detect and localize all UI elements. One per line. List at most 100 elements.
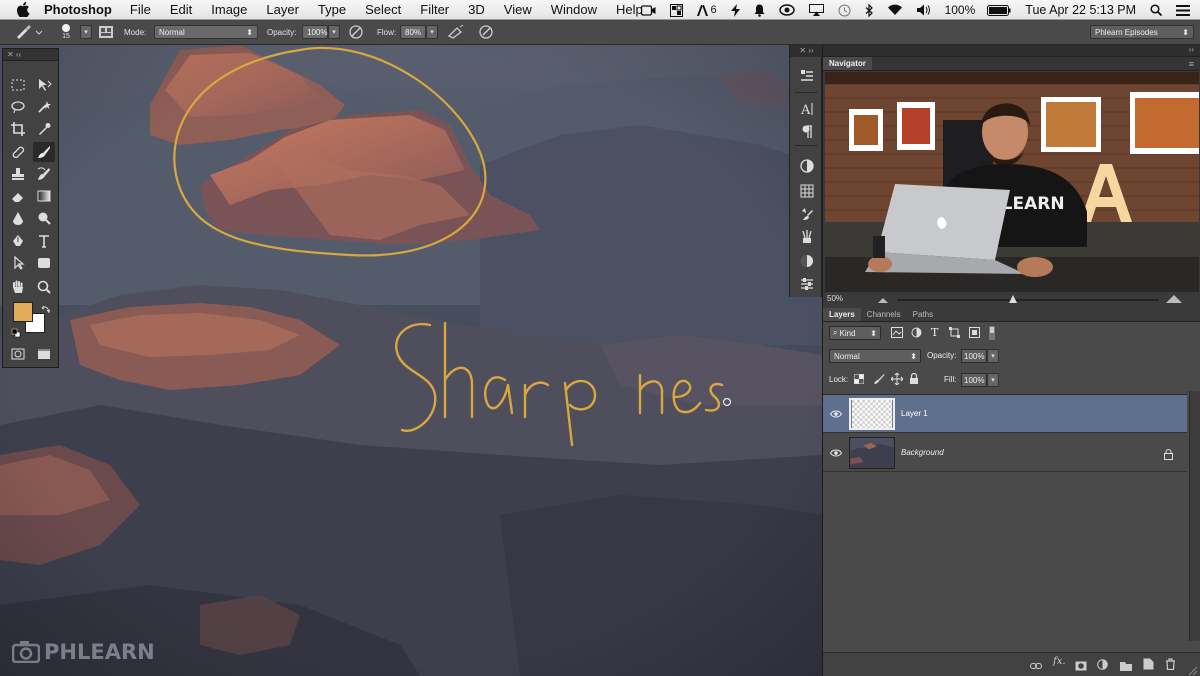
pressure-opacity-icon[interactable] [348,20,364,44]
airplay-icon[interactable] [808,4,824,16]
character-panel-icon[interactable]: A [797,100,817,118]
spotlight-icon[interactable] [1150,4,1162,16]
layer-row-background[interactable]: Background [823,434,1187,472]
workspace-switcher[interactable]: Phlearn Episodes ⬍ [1090,20,1194,44]
brush-panel-toggle-icon[interactable] [98,20,114,44]
navigator-menu-icon[interactable]: ≡ [1189,59,1194,69]
navigator-panel-header[interactable]: ›› [823,45,1200,57]
crop-tool-icon[interactable] [7,119,29,139]
move-tool-icon[interactable] [33,75,55,95]
clone-stamp-tool-icon[interactable] [7,164,29,184]
layer-1-name[interactable]: Layer 1 [901,409,928,418]
tab-navigator[interactable]: Navigator [823,57,872,70]
menu-layer[interactable]: Layer [266,2,299,17]
filter-smart-object-icon[interactable] [969,327,980,340]
menu-view[interactable]: View [504,2,532,17]
tab-channels[interactable]: Channels [861,308,907,321]
lock-transparent-icon[interactable] [854,374,864,386]
grid-icon[interactable] [670,3,684,17]
pressure-size-icon[interactable] [478,20,494,44]
apple-icon[interactable] [16,2,30,17]
fill-dropdown[interactable]: ▾ [987,373,999,387]
battery-icon[interactable] [987,4,1011,16]
layer-style-icon[interactable]: fx. [1053,656,1066,667]
lasso-tool-icon[interactable] [7,97,29,117]
healing-brush-tool-icon[interactable] [7,142,29,162]
eraser-tool-icon[interactable] [7,186,29,206]
new-layer-icon[interactable] [1143,657,1154,675]
path-selection-tool-icon[interactable] [7,253,29,273]
history-panel-icon[interactable] [797,66,817,84]
mode-select[interactable]: Normal ⬍ [154,20,258,44]
foreground-color-swatch[interactable] [13,302,33,322]
layer-row-layer-1[interactable]: Layer 1 [823,395,1187,433]
layers-scrollbar[interactable] [1189,391,1200,641]
bolt-icon[interactable] [730,3,740,17]
camera-icon[interactable] [641,4,656,16]
blend-mode-select[interactable]: Normal ⬍ [829,349,921,363]
properties-panel-icon[interactable] [797,275,817,293]
menu-file[interactable]: File [130,2,151,17]
time-machine-icon[interactable] [838,4,851,17]
layer-opacity-dropdown[interactable]: ▾ [987,349,999,363]
brush-size-dropdown[interactable]: ▾ [80,20,92,44]
hand-tool-icon[interactable] [7,277,29,297]
shape-tool-icon[interactable] [33,253,55,273]
wifi-icon[interactable] [887,4,903,16]
menu-image[interactable]: Image [211,2,247,17]
menu-edit[interactable]: Edit [170,2,192,17]
zoom-out-icon[interactable] [877,295,889,306]
menu-filter[interactable]: Filter [420,2,449,17]
navigator-preview[interactable]: PHLEARN [825,72,1199,292]
notification-center-icon[interactable] [1176,4,1190,16]
pen-tool-icon[interactable] [7,231,29,251]
dock-header[interactable]: ✕ ›› [790,45,823,57]
paragraph-panel-icon[interactable] [797,123,817,141]
link-layers-icon[interactable] [1030,658,1042,676]
filter-type-icon[interactable]: T [931,326,938,339]
creative-cloud-icon[interactable] [778,4,795,16]
navigator-zoom-value[interactable]: 50% [827,294,843,303]
new-adjustment-layer-icon[interactable] [1097,657,1108,675]
clock[interactable]: Tue Apr 22 5:13 PM [1025,3,1136,17]
app-name-menu[interactable]: Photoshop [44,2,112,17]
screen-mode-icon[interactable] [33,344,55,364]
opacity-dropdown[interactable]: ▾ [328,20,340,44]
lock-image-icon[interactable] [873,373,885,387]
layer-opacity-input[interactable]: 100% [961,349,987,363]
flow-input[interactable]: 80% [400,20,426,44]
marquee-tool-icon[interactable] [7,75,29,95]
navigator-zoom-thumb[interactable] [1009,295,1017,303]
type-tool-icon[interactable] [33,231,55,251]
adjustments-panel-icon[interactable] [797,157,817,175]
filter-kind-select[interactable]: ⌕ Kind ⬍ [829,326,881,340]
blur-tool-icon[interactable] [7,208,29,228]
gradient-tool-icon[interactable] [33,186,55,206]
adobe-icon[interactable]: 6 [697,4,717,16]
menu-select[interactable]: Select [365,2,401,17]
default-colors-icon[interactable] [11,325,21,343]
volume-icon[interactable] [916,4,931,16]
dodge-tool-icon[interactable] [33,208,55,228]
brush-size-picker[interactable]: 15 [60,20,72,44]
tab-layers[interactable]: Layers [823,308,861,321]
delete-layer-icon[interactable] [1165,657,1176,675]
visibility-eye-icon[interactable] [823,449,849,457]
brush-tool-preset-icon[interactable] [14,20,44,44]
swatches-panel-icon[interactable] [797,182,817,200]
tools-panel-header[interactable]: ✕ ‹‹ [3,49,58,61]
filter-shape-icon[interactable] [949,327,960,340]
add-mask-icon[interactable] [1075,658,1087,676]
filter-adjustment-icon[interactable] [911,327,922,340]
tab-paths[interactable]: Paths [907,308,939,321]
magic-wand-tool-icon[interactable] [33,97,55,117]
document-canvas[interactable]: PHLEARN [0,45,822,676]
brush-presets-panel-icon[interactable] [797,205,817,223]
zoom-tool-icon[interactable] [33,277,55,297]
menu-type[interactable]: Type [318,2,346,17]
history-brush-tool-icon[interactable] [33,164,55,184]
quick-mask-icon[interactable] [7,344,29,364]
visibility-eye-icon[interactable] [823,410,849,418]
background-layer-name[interactable]: Background [901,448,944,457]
menu-3d[interactable]: 3D [468,2,485,17]
